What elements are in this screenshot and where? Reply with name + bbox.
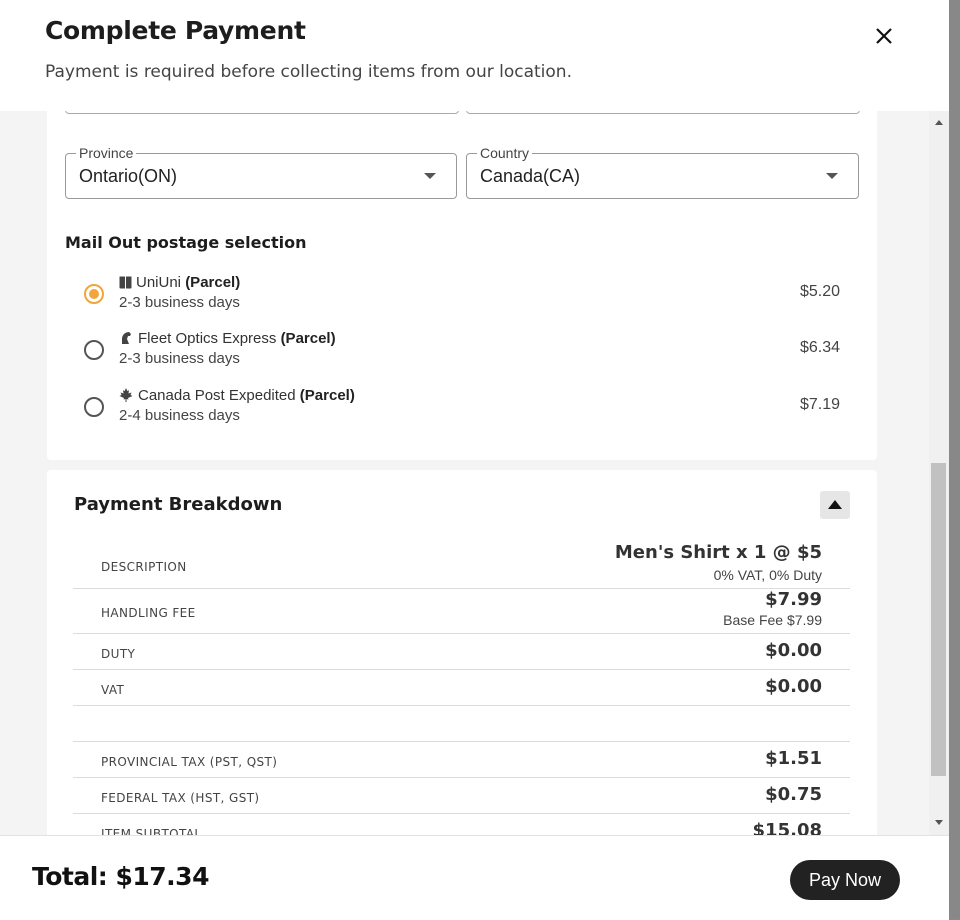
row-label: DUTY bbox=[101, 647, 136, 661]
postage-option-days: 2-3 business days bbox=[119, 294, 240, 311]
province-label: Province bbox=[76, 145, 137, 161]
row-amount: $15.08 bbox=[752, 820, 822, 835]
pay-now-button[interactable]: Pay Now bbox=[790, 860, 900, 900]
radio-selected[interactable] bbox=[84, 284, 104, 304]
collapse-toggle-button[interactable] bbox=[820, 491, 850, 519]
postage-option-price: $5.20 bbox=[799, 283, 840, 300]
row-label: PROVINCIAL TAX (PST, QST) bbox=[101, 755, 278, 769]
table-row: FEDERAL TAX (HST, GST) $0.75 bbox=[73, 777, 850, 814]
radio-unselected[interactable] bbox=[84, 340, 104, 360]
maple-leaf-icon bbox=[119, 387, 133, 403]
country-select[interactable]: Country Canada(CA) bbox=[466, 145, 859, 199]
background-page bbox=[949, 0, 960, 919]
close-icon bbox=[876, 28, 892, 44]
row-label: DESCRIPTION bbox=[101, 560, 187, 574]
postage-option-price: $6.34 bbox=[799, 339, 840, 356]
modal-header: Complete Payment Payment is required bef… bbox=[0, 0, 949, 111]
table-row: HANDLING FEE $7.99 Base Fee $7.99 bbox=[73, 588, 850, 634]
row-amount: $0.75 bbox=[765, 784, 822, 805]
scroll-up-arrow-icon[interactable] bbox=[935, 120, 943, 125]
row-label: FEDERAL TAX (HST, GST) bbox=[101, 791, 260, 805]
horse-icon bbox=[119, 330, 133, 346]
box-icon bbox=[119, 274, 133, 290]
postage-option-uniuni[interactable]: UniUni (Parcel) 2-3 business days $5.20 bbox=[84, 274, 844, 318]
row-label: HANDLING FEE bbox=[101, 606, 196, 620]
row-amount: $1.51 bbox=[765, 748, 822, 769]
scroll-down-arrow-icon[interactable] bbox=[935, 820, 943, 825]
postage-option-price: $7.19 bbox=[799, 396, 840, 413]
total-amount: Total: $17.34 bbox=[32, 862, 209, 891]
row-amount: $0.00 bbox=[765, 676, 822, 697]
postage-heading: Mail Out postage selection bbox=[65, 233, 307, 252]
scrollbar[interactable] bbox=[929, 111, 949, 835]
table-row: DESCRIPTION Men's Shirt x 1 @ $5 0% VAT,… bbox=[73, 536, 850, 589]
radio-unselected[interactable] bbox=[84, 397, 104, 417]
modal-subtitle: Payment is required before collecting it… bbox=[45, 62, 572, 82]
country-value: Canada(CA) bbox=[480, 166, 581, 186]
table-row: ITEM SUBTOTAL $15.08 bbox=[73, 813, 850, 835]
row-sub: Base Fee $7.99 bbox=[723, 612, 822, 628]
postage-option-days: 2-4 business days bbox=[119, 407, 240, 424]
scrollbar-thumb[interactable] bbox=[931, 463, 946, 776]
table-row: VAT $0.00 bbox=[73, 669, 850, 706]
province-value: Ontario(ON) bbox=[79, 166, 178, 186]
row-label: ITEM SUBTOTAL bbox=[101, 827, 202, 835]
chevron-down-icon bbox=[424, 173, 436, 179]
table-row: PROVINCIAL TAX (PST, QST) $1.51 bbox=[73, 741, 850, 778]
modal-title: Complete Payment bbox=[45, 16, 306, 45]
chevron-down-icon bbox=[826, 173, 838, 179]
postage-option-canada-post[interactable]: Canada Post Expedited (Parcel) 2-4 busin… bbox=[84, 387, 844, 431]
postage-option-fleet-optics[interactable]: Fleet Optics Express (Parcel) 2-3 busine… bbox=[84, 330, 844, 374]
close-button[interactable] bbox=[868, 20, 900, 52]
row-amount: Men's Shirt x 1 @ $5 bbox=[614, 542, 822, 563]
table-row: DUTY $0.00 bbox=[73, 633, 850, 670]
postage-option-name: Fleet Optics Express (Parcel) bbox=[138, 330, 336, 347]
postage-option-name: Canada Post Expedited (Parcel) bbox=[138, 387, 355, 404]
row-label: VAT bbox=[101, 683, 125, 697]
province-select[interactable]: Province Ontario(ON) bbox=[65, 145, 457, 199]
table-row-spacer bbox=[73, 705, 850, 742]
postage-option-days: 2-3 business days bbox=[119, 350, 240, 367]
row-amount: $0.00 bbox=[765, 640, 822, 661]
payment-breakdown-title: Payment Breakdown bbox=[74, 494, 283, 515]
country-label: Country bbox=[477, 145, 533, 161]
row-amount: $7.99 bbox=[765, 589, 822, 610]
modal-scroll-body: Province Ontario(ON) Country Canada(CA) … bbox=[0, 111, 949, 835]
modal-footer: Total: $17.34 Pay Now bbox=[0, 835, 949, 920]
postage-option-name: UniUni (Parcel) bbox=[136, 274, 241, 291]
address-field-partial-right[interactable] bbox=[466, 111, 860, 114]
address-field-partial-left[interactable] bbox=[65, 111, 459, 114]
payment-modal: Complete Payment Payment is required bef… bbox=[0, 0, 949, 920]
row-sub: 0% VAT, 0% Duty bbox=[713, 567, 822, 583]
